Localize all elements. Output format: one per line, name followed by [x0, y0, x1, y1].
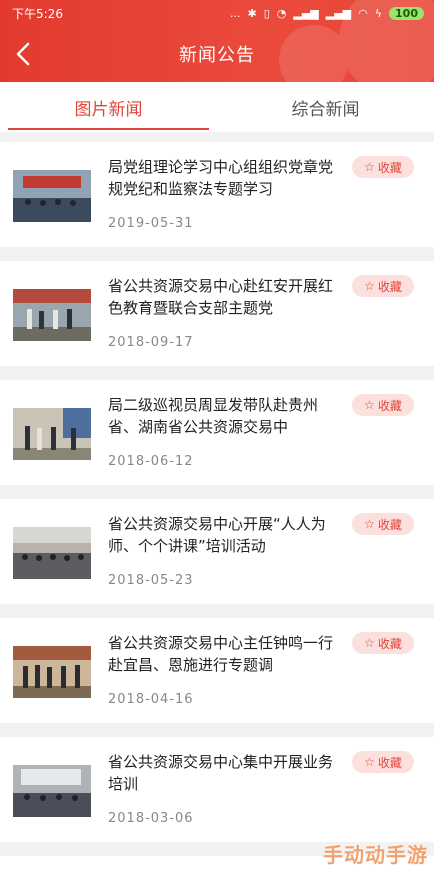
status-icons: ... ✱ ▯ ◔ ▂▄▆ ▂▄▆ ◠ ϟ 100 — [229, 6, 424, 20]
news-date: 2018-06-12 — [108, 454, 194, 469]
star-icon: ☆ — [364, 160, 375, 174]
back-arrow-icon[interactable] — [12, 40, 36, 68]
news-item[interactable]: 省公共资源交易中心集中开展业务培训 2018-03-06 ☆ 收藏 — [0, 737, 434, 842]
star-icon: ☆ — [364, 636, 375, 650]
tab-picture-news[interactable]: 图片新闻 — [0, 82, 217, 132]
news-title: 局二级巡视员周显发带队赴贵州省、湖南省公共资源交易中 — [108, 396, 319, 436]
favorite-button[interactable]: ☆ 收藏 — [352, 632, 414, 654]
favorite-label: 收藏 — [377, 398, 402, 413]
news-item[interactable]: 省公共资源交易中心赴红安开展红色教育暨联合支部主题党 2018-09-17 ☆ … — [0, 261, 434, 366]
signal-icon: ▂▄▆ — [293, 6, 319, 20]
news-item[interactable]: 局二级巡视员周显发带队赴贵州省、湖南省公共资源交易中 2018-06-12 ☆ … — [0, 380, 434, 485]
star-icon: ☆ — [364, 755, 375, 769]
news-title: 省公共资源交易中心赴红安开展红色教育暨联合支部主题党 — [108, 277, 333, 317]
news-date: 2018-09-17 — [108, 335, 194, 350]
favorite-button[interactable]: ☆ 收藏 — [352, 751, 414, 773]
star-icon: ☆ — [364, 279, 375, 293]
page-title: 新闻公告 — [179, 45, 255, 66]
star-icon: ☆ — [364, 517, 375, 531]
news-title: 省公共资源交易中心开展“人人为师、个个讲课”培训活动 — [108, 515, 326, 555]
news-item[interactable]: 局党组理论学习中心组组织党章党规党纪和监察法专题学习 2019-05-31 ☆ … — [0, 142, 434, 247]
news-thumbnail — [13, 765, 91, 817]
tab-bar: 图片新闻 综合新闻 — [0, 82, 434, 132]
wifi-icon: ◠ — [358, 6, 368, 20]
favorite-label: 收藏 — [377, 160, 402, 175]
charging-icon: ϟ — [374, 6, 383, 20]
news-thumbnail — [13, 527, 91, 579]
news-item[interactable]: 省公共资源交易中心开展“人人为师、个个讲课”培训活动 2018-05-23 ☆ … — [0, 499, 434, 604]
favorite-label: 收藏 — [377, 517, 402, 532]
news-date: 2019-05-31 — [108, 216, 194, 231]
news-thumbnail — [13, 408, 91, 460]
favorite-label: 收藏 — [377, 755, 402, 770]
favorite-button[interactable]: ☆ 收藏 — [352, 394, 414, 416]
news-date: 2018-04-16 — [108, 692, 194, 707]
news-title: 省公共资源交易中心主任钟鸣一行赴宜昌、恩施进行专题调 — [108, 634, 333, 674]
news-thumbnail — [13, 170, 91, 222]
status-bar: 下午5:26 ... ✱ ▯ ◔ ▂▄▆ ▂▄▆ ◠ ϟ 100 — [0, 0, 434, 26]
vibrate-icon: ▯ — [263, 6, 270, 20]
news-date: 2018-03-06 — [108, 811, 194, 826]
news-title: 省公共资源交易中心集中开展业务培训 — [108, 753, 333, 793]
alarm-icon: ◔ — [276, 6, 287, 20]
news-thumbnail — [13, 646, 91, 698]
news-date: 2018-05-23 — [108, 573, 194, 588]
favorite-button[interactable]: ☆ 收藏 — [352, 156, 414, 178]
signal2-icon: ▂▄▆ — [325, 6, 352, 20]
news-title: 局党组理论学习中心组组织党章党规党纪和监察法专题学习 — [108, 158, 333, 198]
app-header: 下午5:26 ... ✱ ▯ ◔ ▂▄▆ ▂▄▆ ◠ ϟ 100 新闻公告 — [0, 0, 434, 82]
star-icon: ☆ — [364, 398, 375, 412]
divider — [0, 132, 434, 142]
news-item[interactable]: 省公共资源交易中心主任钟鸣一行赴宜昌、恩施进行专题调 2018-04-16 ☆ … — [0, 618, 434, 723]
tab-general-news[interactable]: 综合新闻 — [217, 82, 434, 132]
favorite-label: 收藏 — [377, 279, 402, 294]
watermark: 手动动手游 — [323, 843, 428, 867]
bluetooth-icon: ✱ — [247, 6, 257, 20]
battery-indicator: 100 — [389, 6, 424, 20]
nav-bar: 新闻公告 — [0, 26, 434, 82]
favorite-button[interactable]: ☆ 收藏 — [352, 513, 414, 535]
favorite-label: 收藏 — [377, 636, 402, 651]
favorite-button[interactable]: ☆ 收藏 — [352, 275, 414, 297]
more-dots-icon: ... — [229, 6, 241, 20]
news-thumbnail — [13, 289, 91, 341]
status-time: 下午5:26 — [12, 6, 63, 21]
